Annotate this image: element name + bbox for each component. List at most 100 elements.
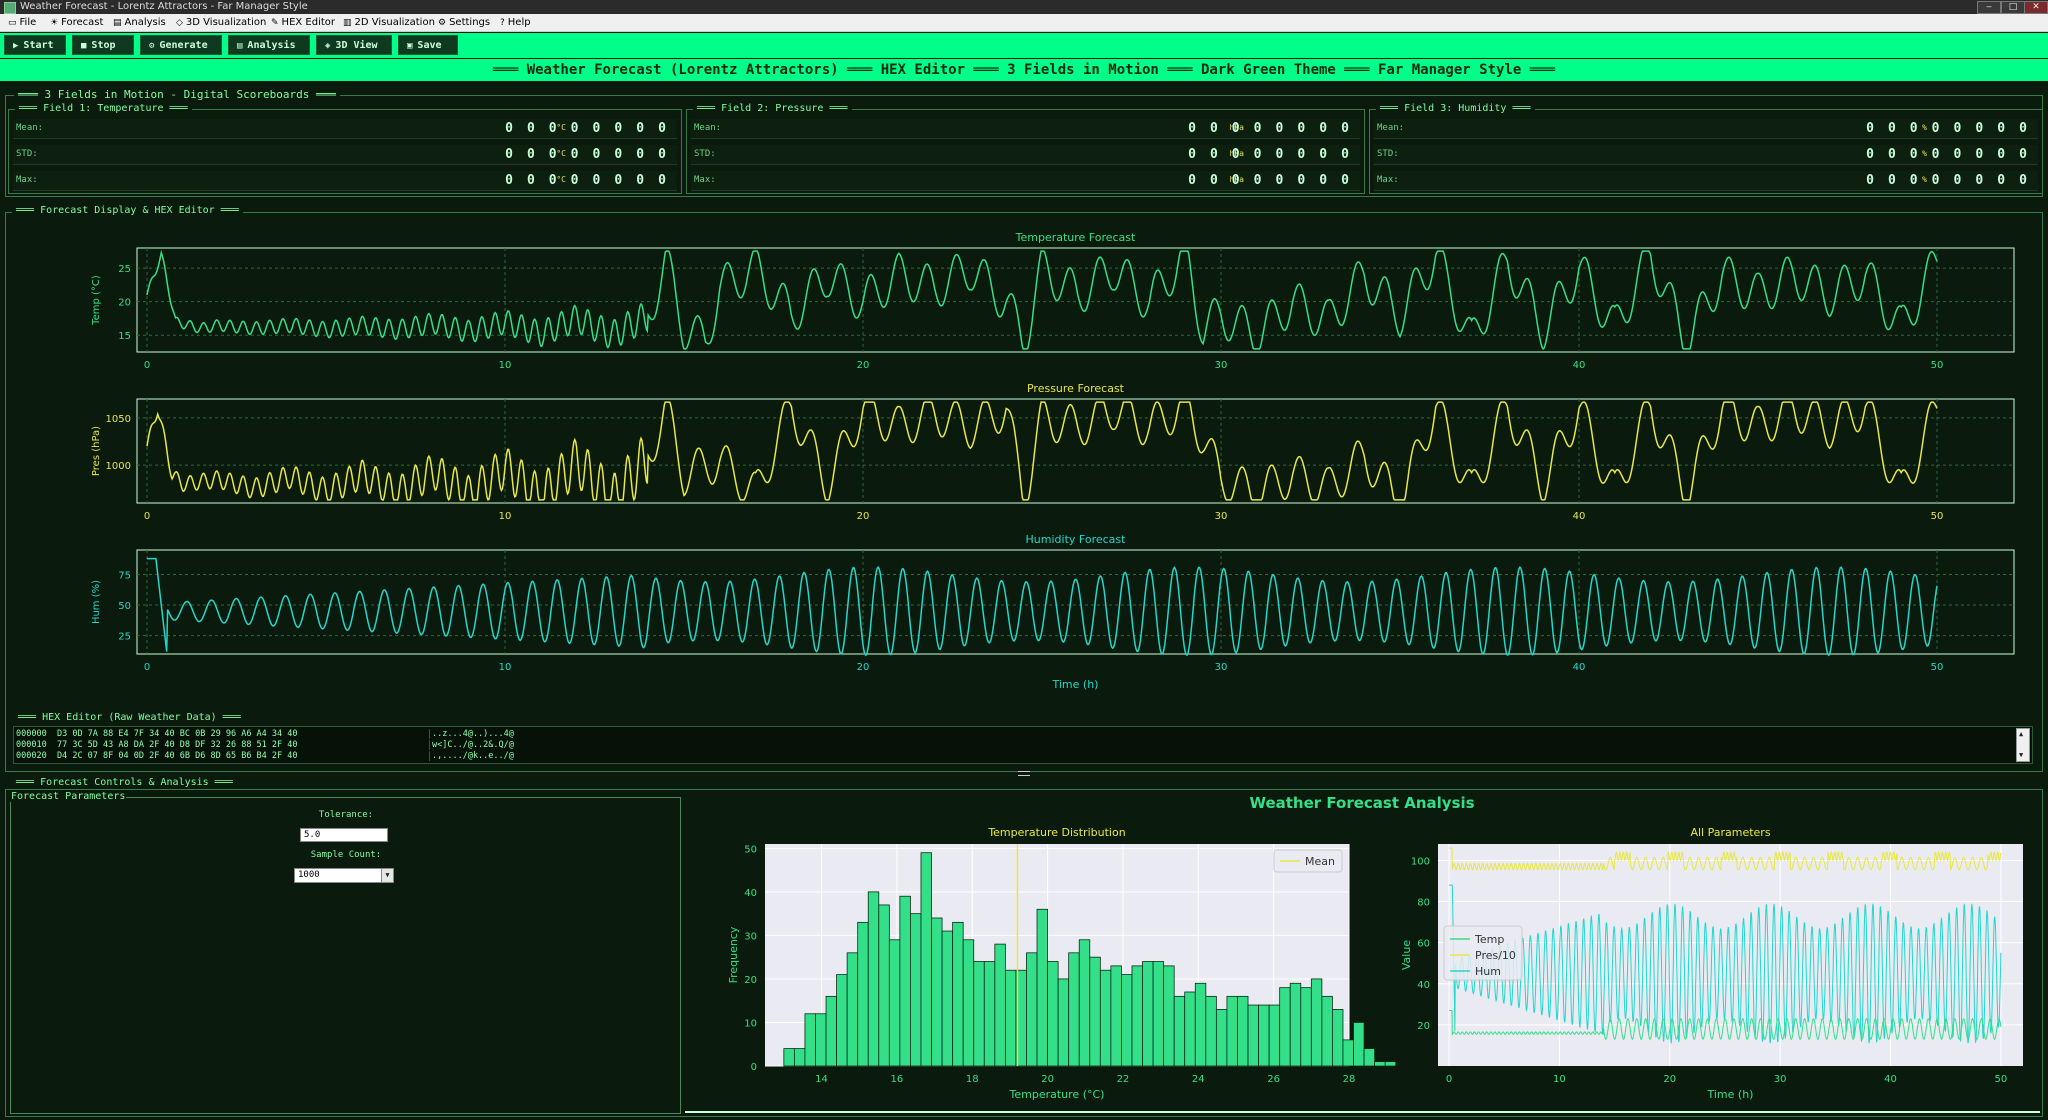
- x-tick-label: 50: [1995, 1074, 2008, 1085]
- x-tick-label: 22: [1117, 1074, 1130, 1085]
- histogram-bar: [888, 939, 901, 1067]
- x-tick-label: 0: [144, 662, 150, 673]
- window-title: Weather Forecast - Lorentz Attractors - …: [20, 1, 308, 12]
- hex-scrollbar[interactable]: ▲ ▼: [2016, 728, 2030, 762]
- histogram-bar: [931, 917, 943, 1067]
- pane-splitter[interactable]: [1018, 771, 1030, 776]
- histogram-bar: [941, 930, 954, 1067]
- x-tick-label: 16: [891, 1074, 904, 1085]
- histogram-bar: [1321, 995, 1333, 1067]
- scoreboard-row: Mean:% 0 0 0 0 0 0 0 0: [1374, 119, 2038, 139]
- maximize-button[interactable]: □: [2001, 1, 2025, 14]
- menu-2d-visualization[interactable]: ▥ 2D Visualization: [343, 16, 435, 29]
- y-tick-label: 50: [744, 844, 757, 855]
- menu-settings[interactable]: ⚙ Settings: [438, 16, 490, 29]
- play-icon: ▶: [13, 41, 19, 51]
- sample-count-select[interactable]: 1000 ▼: [294, 868, 394, 883]
- y-tick-label: 0: [751, 1062, 757, 1073]
- histogram-bar: [1163, 965, 1175, 1067]
- histogram-bar: [793, 1048, 806, 1067]
- histogram-bar: [1121, 974, 1133, 1067]
- menu-analysis[interactable]: ▤ Analysis: [113, 16, 166, 29]
- scoreboard-digits: 0 0 0 0 0 0 0 0: [505, 173, 669, 188]
- app-icon: [4, 2, 16, 14]
- hex-editor-view[interactable]: 000000 D3 0D 7A 88 E4 7F 34 40 BC 0B 29 …: [13, 726, 2033, 764]
- field-pressure-title: ═══ Field 2: Pressure ═══: [693, 103, 852, 114]
- tolerance-input[interactable]: 5.0: [300, 828, 388, 842]
- histogram-bar: [1226, 995, 1238, 1067]
- scroll-up-icon[interactable]: ▲: [2019, 730, 2023, 738]
- histogram-bar: [952, 921, 964, 1067]
- hex-icon: ✎: [271, 18, 279, 28]
- x-tick-label: 30: [1774, 1074, 1787, 1085]
- histogram-bar: [994, 943, 1006, 1067]
- save-button[interactable]: ▣ Save: [398, 35, 458, 55]
- y-tick-label: 20: [744, 975, 757, 986]
- scoreboard-row-label: Mean:: [694, 123, 722, 133]
- x-tick-label: 50: [1931, 360, 1944, 371]
- scoreboard-row-label: STD:: [1377, 149, 1399, 159]
- 3d-view-button[interactable]: ◈ 3D View: [316, 35, 392, 55]
- x-tick-label: 30: [1215, 360, 1228, 371]
- forecast-chart: Humidity Forecast 0 10 20 30 40 50 25 50 75 Hum (%…: [91, 533, 2015, 691]
- forecast-chart: Temperature Forecast 0 10 20 30 40 50 15 20 25 Tem…: [91, 231, 2015, 371]
- histogram-bar: [962, 939, 975, 1067]
- x-tick-label: 40: [1573, 511, 1586, 522]
- x-tick-label: 20: [1041, 1074, 1054, 1085]
- toolbar: ▶ Start ■ Stop ⚙ Generate ▤ Analysis ◈ 3D Vie…: [0, 33, 2048, 58]
- menu-help[interactable]: ? Help: [500, 16, 531, 29]
- stop-button[interactable]: ■ Stop: [72, 35, 134, 55]
- minimize-button[interactable]: ‒: [1977, 1, 2001, 14]
- scoreboard-row: Mean: °C 0 0 0 0 0 0 0 0: [13, 119, 677, 139]
- chart-title: Temperature Distribution: [987, 826, 1125, 839]
- y-tick-label: 20: [1417, 1021, 1430, 1032]
- chart-title: All Parameters: [1690, 826, 1770, 839]
- legend-label: Temp: [1474, 933, 1504, 946]
- all-parameters-chart: 0 10 20 30 40 50 20 40 60 80 100 All Parameters Time…: [1400, 826, 2023, 1101]
- x-tick-label: 40: [1573, 360, 1586, 371]
- legend-label: Hum: [1475, 965, 1501, 978]
- scoreboard-digits: 0 0 0 0 0 0 0 0: [1188, 121, 1352, 136]
- histogram-bar: [867, 891, 880, 1067]
- menu-hex-editor[interactable]: ✎ HEX Editor: [271, 16, 335, 29]
- histogram-bar: [1057, 978, 1070, 1067]
- histogram-bar: [1310, 978, 1323, 1067]
- y-tick-label: 60: [1417, 939, 1430, 950]
- y-tick-label: 1050: [106, 414, 131, 425]
- histogram-bar: [815, 1013, 827, 1067]
- generate-button[interactable]: ⚙ Generate: [140, 35, 222, 55]
- hex-editor-title: ═══ HEX Editor (Raw Weather Data) ═══: [14, 712, 245, 723]
- histogram-bar: [1194, 982, 1207, 1067]
- scoreboard-digits: 0 0 0 0 0 0 0 0: [1866, 173, 2030, 188]
- histogram-bar: [1173, 995, 1186, 1067]
- menu-forecast[interactable]: ☀ Forecast: [50, 16, 103, 29]
- y-tick-label: 1000: [106, 461, 131, 472]
- menu-file[interactable]: ▭ File: [8, 16, 36, 29]
- x-tick-label: 20: [857, 662, 870, 673]
- x-tick-label: 28: [1343, 1074, 1356, 1085]
- hex-line: 000010 77 3C 5D 43 A8 DA 2F 40 D8 DF 32 …: [16, 740, 298, 750]
- chart-title: Humidity Forecast: [1026, 533, 1127, 546]
- start-button[interactable]: ▶ Start: [4, 35, 66, 55]
- close-button[interactable]: ✕: [2024, 1, 2048, 14]
- histogram-bar: [1384, 1061, 1397, 1067]
- x-tick-label: 40: [1884, 1074, 1897, 1085]
- histogram-bar: [1353, 1022, 1365, 1067]
- x-tick-label: 50: [1931, 662, 1944, 673]
- scroll-down-icon[interactable]: ▼: [2019, 751, 2023, 759]
- x-tick-label: 0: [144, 511, 150, 522]
- y-tick-label: 10: [744, 1018, 757, 1029]
- menu-3d-visualization[interactable]: ◇ 3D Visualization: [176, 16, 266, 29]
- y-axis-label: Value: [1400, 940, 1413, 970]
- scoreboard-row: STD: °C 0 0 0 0 0 0 0 0: [13, 145, 677, 165]
- y-tick-label: 25: [118, 632, 131, 643]
- histogram-bar: [1363, 1048, 1376, 1067]
- histogram-bar: [804, 1013, 816, 1067]
- analysis-button[interactable]: ▤ Analysis: [228, 35, 310, 55]
- scoreboard-row: Max: °C 0 0 0 0 0 0 0 0: [13, 171, 677, 191]
- chevron-down-icon[interactable]: ▼: [381, 869, 393, 882]
- scoreboard-row: Mean: hPa 0 0 0 0 0 0 0 0: [691, 119, 1360, 139]
- histogram-bar: [1279, 987, 1291, 1067]
- x-tick-label: 26: [1267, 1074, 1280, 1085]
- hex-ascii: .,..../@k..e../@: [429, 751, 514, 761]
